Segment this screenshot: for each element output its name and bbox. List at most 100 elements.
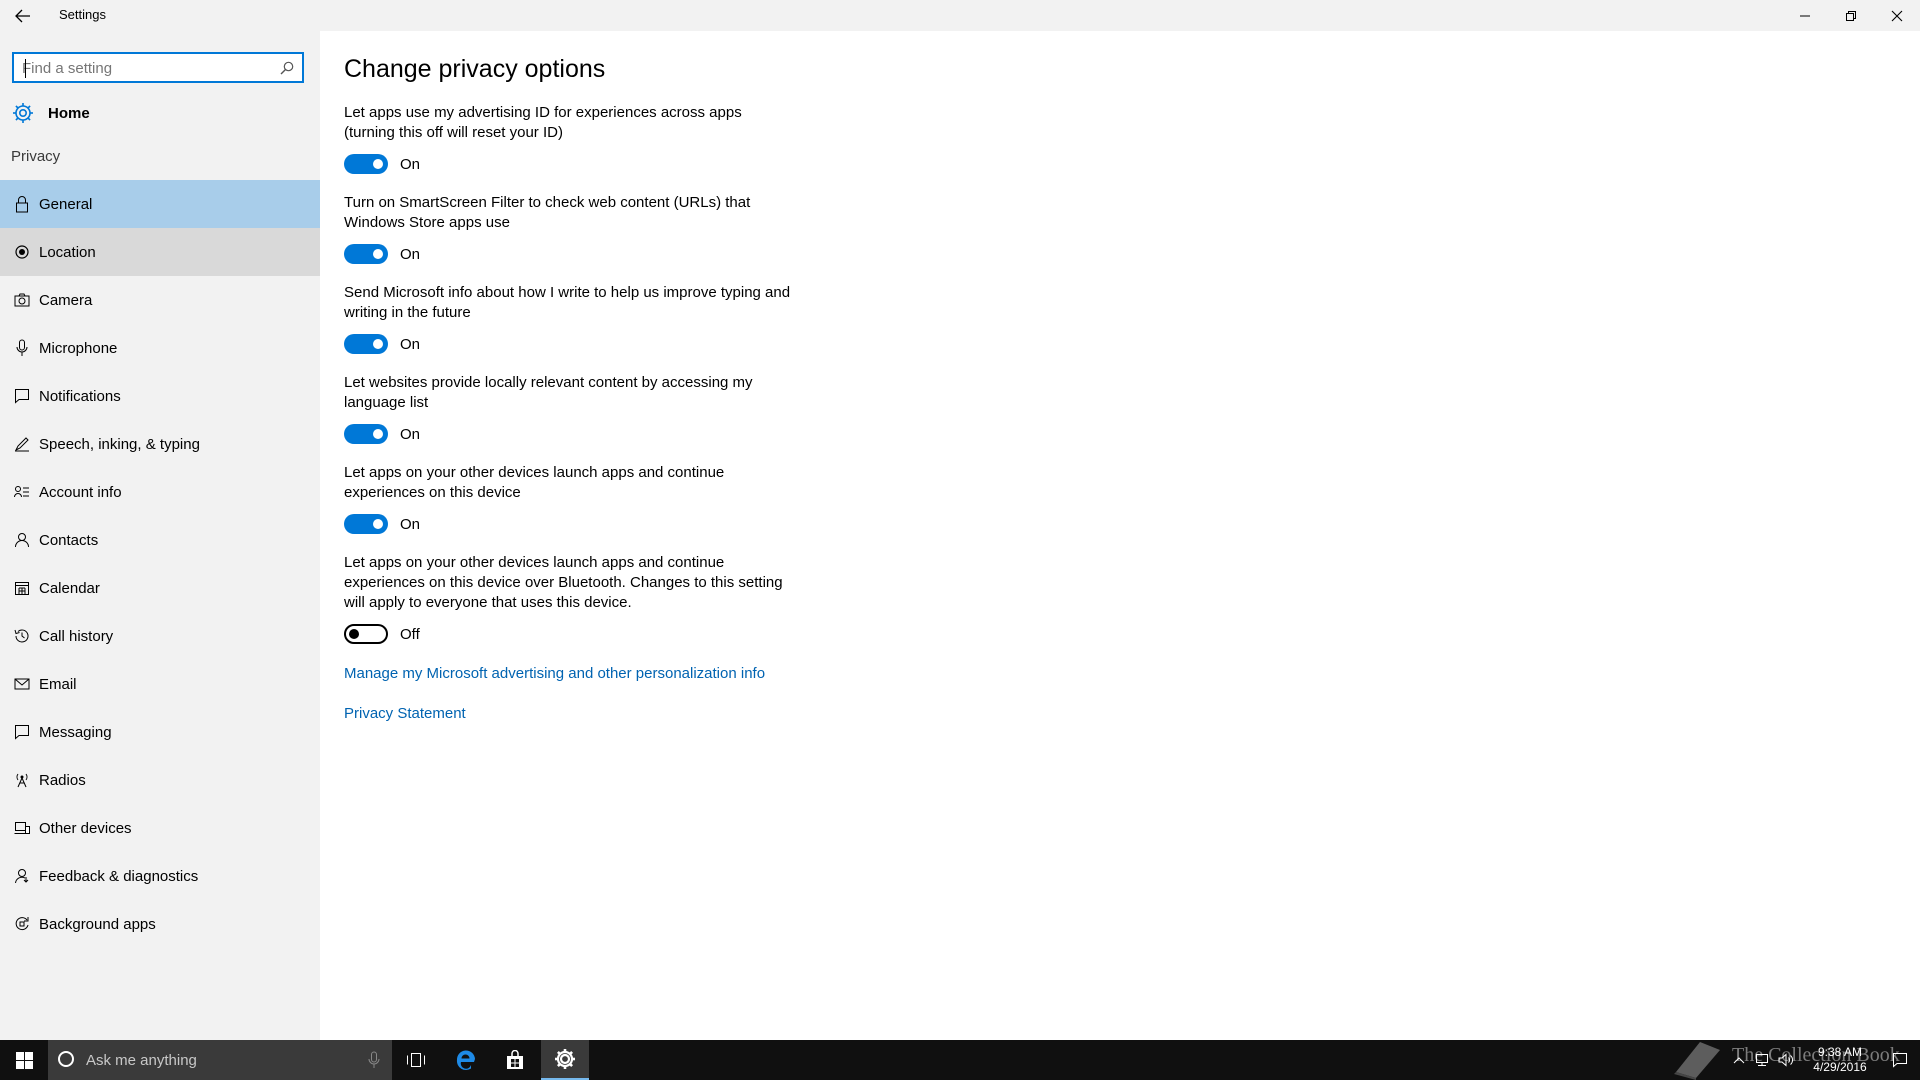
radios-icon [12,770,32,790]
store-taskbar-button[interactable] [491,1040,539,1080]
taskbar: Ask me anything 9:38 AM 4/29/2016 The Co… [0,1040,1920,1080]
sidebar: Home Privacy General Location Camera Mic… [0,31,320,1040]
cortana-search-box[interactable]: Ask me anything [48,1040,392,1080]
title-bar: Settings [0,0,1920,31]
minimize-button[interactable] [1782,0,1828,31]
cortana-placeholder: Ask me anything [86,1051,197,1069]
toggle-state-label: On [400,425,421,443]
search-icon[interactable] [280,61,294,75]
sidebar-item-label: Background apps [39,915,156,933]
sidebar-item-calendar[interactable]: Calendar [0,564,320,612]
sidebar-item-label: Radios [39,771,86,789]
setting-smartscreen: Turn on SmartScreen Filter to check web … [344,193,794,265]
sidebar-item-label: Call history [39,627,114,645]
smartscreen-toggle[interactable] [344,244,388,264]
setting-description: Let apps on your other devices launch ap… [344,464,725,501]
search-input[interactable] [22,58,272,78]
sidebar-item-email[interactable]: Email [0,660,320,708]
toggle-knob [349,629,359,639]
lock-icon [12,194,32,214]
microphone-icon [12,338,32,358]
sidebar-item-label: Messaging [39,723,112,741]
sidebar-item-call-history[interactable]: Call history [0,612,320,660]
typing-info-toggle[interactable] [344,334,388,354]
back-arrow-icon [15,9,30,22]
section-label: Privacy [11,148,61,165]
sidebar-item-other-devices[interactable]: Other devices [0,804,320,852]
toggle-state-label: On [400,245,421,263]
window-title: Settings [59,7,106,22]
close-icon [1891,10,1903,21]
cortana-icon [58,1051,74,1067]
back-button[interactable] [0,0,46,31]
sidebar-item-microphone[interactable]: Microphone [0,324,320,372]
sidebar-item-label: Camera [39,291,93,309]
sidebar-item-radios[interactable]: Radios [0,756,320,804]
call-history-icon [12,626,32,646]
close-button[interactable] [1874,0,1920,31]
messaging-icon [12,722,32,742]
sidebar-item-background-apps[interactable]: Background apps [0,900,320,948]
bluetooth-toggle[interactable] [344,624,388,644]
sidebar-item-notifications[interactable]: Notifications [0,372,320,420]
setting-other-devices: Let apps on your other devices launch ap… [344,463,794,535]
windows-logo-icon [15,1051,33,1069]
toggle-state-label: On [400,515,421,533]
advertising-id-toggle[interactable] [344,154,388,174]
toggle-knob [373,249,383,259]
gear-icon [13,103,33,123]
sidebar-item-feedback[interactable]: Feedback & diagnostics [0,852,320,900]
sidebar-item-label: General [39,195,93,213]
home-label: Home [48,104,90,122]
search-box[interactable] [12,52,304,83]
toggle-state-label: Off [400,625,420,643]
location-icon [12,242,32,262]
sidebar-item-contacts[interactable]: Contacts [0,516,320,564]
edge-icon [456,1050,475,1071]
main-content: Change privacy options Let apps use my a… [320,31,1920,1040]
advertising-info-link[interactable]: Manage my Microsoft advertising and othe… [344,665,765,682]
sidebar-item-label: Location [39,243,96,261]
start-button[interactable] [0,1040,48,1080]
setting-advertising-id: Let apps use my advertising ID for exper… [344,103,794,175]
page-title: Change privacy options [344,55,606,83]
text-caret [25,59,26,78]
watermark: The Collection Book [1670,1036,1900,1080]
toggle-state-label: On [400,155,421,173]
sidebar-item-label: Account info [39,483,122,501]
restore-button[interactable] [1828,0,1874,31]
sidebar-item-general[interactable]: General [0,180,320,228]
store-icon [507,1050,523,1069]
sidebar-item-messaging[interactable]: Messaging [0,708,320,756]
sidebar-item-label: Speech, inking, & typing [39,435,200,453]
task-view-icon [407,1053,425,1067]
toggle-knob [373,339,383,349]
sidebar-item-camera[interactable]: Camera [0,276,320,324]
book-icon [1674,1042,1720,1080]
sidebar-item-label: Other devices [39,819,132,837]
minimize-icon [1800,15,1810,16]
watermark-text: The Collection Book [1732,1044,1900,1066]
contacts-icon [12,530,32,550]
sidebar-item-location[interactable]: Location [0,228,320,276]
calendar-icon [12,578,32,598]
microphone-icon[interactable] [368,1051,380,1069]
sidebar-item-label: Notifications [39,387,121,405]
sidebar-item-speech[interactable]: Speech, inking, & typing [0,420,320,468]
toggle-knob [373,519,383,529]
edge-taskbar-button[interactable] [442,1040,490,1080]
sidebar-item-label: Microphone [39,339,118,357]
settings-icon [555,1049,575,1069]
setting-description: Turn on SmartScreen Filter to check web … [344,194,751,231]
language-list-toggle[interactable] [344,424,388,444]
sidebar-item-label: Feedback & diagnostics [39,867,199,885]
other-devices-toggle[interactable] [344,514,388,534]
restore-icon [1846,10,1856,21]
task-view-button[interactable] [392,1040,440,1080]
home-link[interactable]: Home [12,96,90,130]
settings-taskbar-button[interactable] [541,1040,589,1080]
sidebar-item-account-info[interactable]: Account info [0,468,320,516]
privacy-statement-link[interactable]: Privacy Statement [344,705,466,722]
setting-bluetooth: Let apps on your other devices launch ap… [344,553,794,645]
sidebar-item-label: Calendar [39,579,100,597]
